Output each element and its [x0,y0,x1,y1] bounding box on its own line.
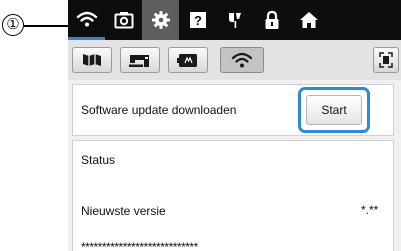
tab-sewing-machine[interactable] [120,47,160,73]
svg-text:?: ? [194,13,202,28]
sewing-machine-icon [129,55,149,67]
latest-version-value: *.** [361,203,379,217]
latest-version-label: Nieuwste versie [81,204,166,218]
needle-icon [228,13,241,28]
masked-info: **************************** [81,240,198,251]
embroidery-card-icon [177,54,197,67]
wifi-icon [231,52,253,68]
start-button-highlight: Start [298,87,370,133]
content-panel: Software update downloaden Start Status … [68,80,401,251]
lock-icon [265,10,278,29]
software-update-row: Software update downloaden Start [72,84,394,136]
tab-embroidery-unit[interactable] [168,47,208,73]
top-bar: ? [68,0,401,40]
topbar-settings-button[interactable] [142,0,179,40]
status-title: Status [81,153,116,167]
help-icon: ? [189,12,206,28]
settings-tab-bar [68,40,401,80]
topbar-lock-button[interactable] [253,0,290,40]
tab-embroidery-frame[interactable] [72,47,112,73]
topbar-camera-button[interactable] [105,0,142,40]
topbar-home-button[interactable] [290,0,327,40]
start-button[interactable]: Start [306,95,362,125]
home-icon [299,12,318,28]
gear-icon [151,11,170,29]
screen-capture-button[interactable] [373,47,399,73]
tab-wireless-lan[interactable] [220,47,264,73]
software-update-label: Software update downloaden [81,103,237,117]
screen-capture-icon [379,52,393,68]
embroidery-frame-icon [83,54,101,66]
topbar-wifi-button[interactable] [68,0,105,40]
camera-icon [114,12,133,29]
callout-line [24,25,68,27]
status-section: Status Nieuwste versie *.** ************… [72,140,394,251]
topbar-needle-button[interactable] [216,0,253,40]
wifi-icon [76,11,97,26]
topbar-help-button[interactable]: ? [179,0,216,40]
callout-marker: ① [2,14,24,36]
